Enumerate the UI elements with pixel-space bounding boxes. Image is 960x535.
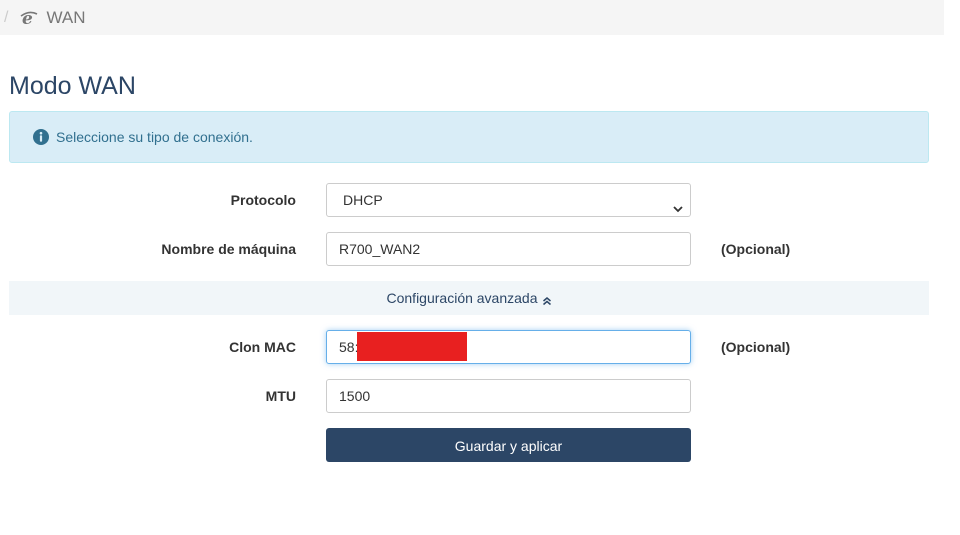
mtu-row: MTU 1500 (0, 379, 960, 413)
breadcrumb-separator: / (4, 8, 9, 26)
save-apply-button[interactable]: Guardar y aplicar (326, 428, 691, 462)
advanced-settings-label: Configuración avanzada (386, 290, 538, 306)
double-chevron-up-icon (542, 293, 552, 306)
protocol-label: Protocolo (230, 192, 296, 208)
advanced-settings-toggle[interactable]: Configuración avanzada (9, 281, 929, 315)
protocol-selected-value: DHCP (343, 192, 383, 208)
hostname-row: Nombre de máquina R700_WAN2 (Opcional) (0, 232, 960, 266)
protocol-row: Protocolo DHCP (0, 183, 960, 217)
ie-icon: e (20, 9, 38, 29)
info-circle-icon (33, 129, 49, 145)
mac-clone-row: Clon MAC 58: (Opcional) (0, 330, 960, 364)
mac-clone-optional-note: (Opcional) (721, 339, 791, 355)
alert-text: Seleccione su tipo de conexión. (56, 129, 253, 145)
info-alert: Seleccione su tipo de conexión. (9, 111, 929, 163)
mac-redaction-block (357, 332, 467, 361)
breadcrumb-current[interactable]: WAN (46, 8, 85, 28)
chevron-down-icon (672, 194, 684, 213)
protocol-select[interactable]: DHCP (326, 183, 691, 217)
mtu-label: MTU (265, 388, 296, 404)
hostname-optional-note: (Opcional) (721, 241, 791, 257)
hostname-label: Nombre de máquina (161, 241, 296, 257)
page-title: Modo WAN (9, 72, 136, 100)
breadcrumb: / e WAN (0, 0, 944, 35)
mac-clone-label: Clon MAC (229, 339, 296, 355)
mtu-input[interactable]: 1500 (326, 379, 691, 413)
hostname-input[interactable]: R700_WAN2 (326, 232, 691, 266)
